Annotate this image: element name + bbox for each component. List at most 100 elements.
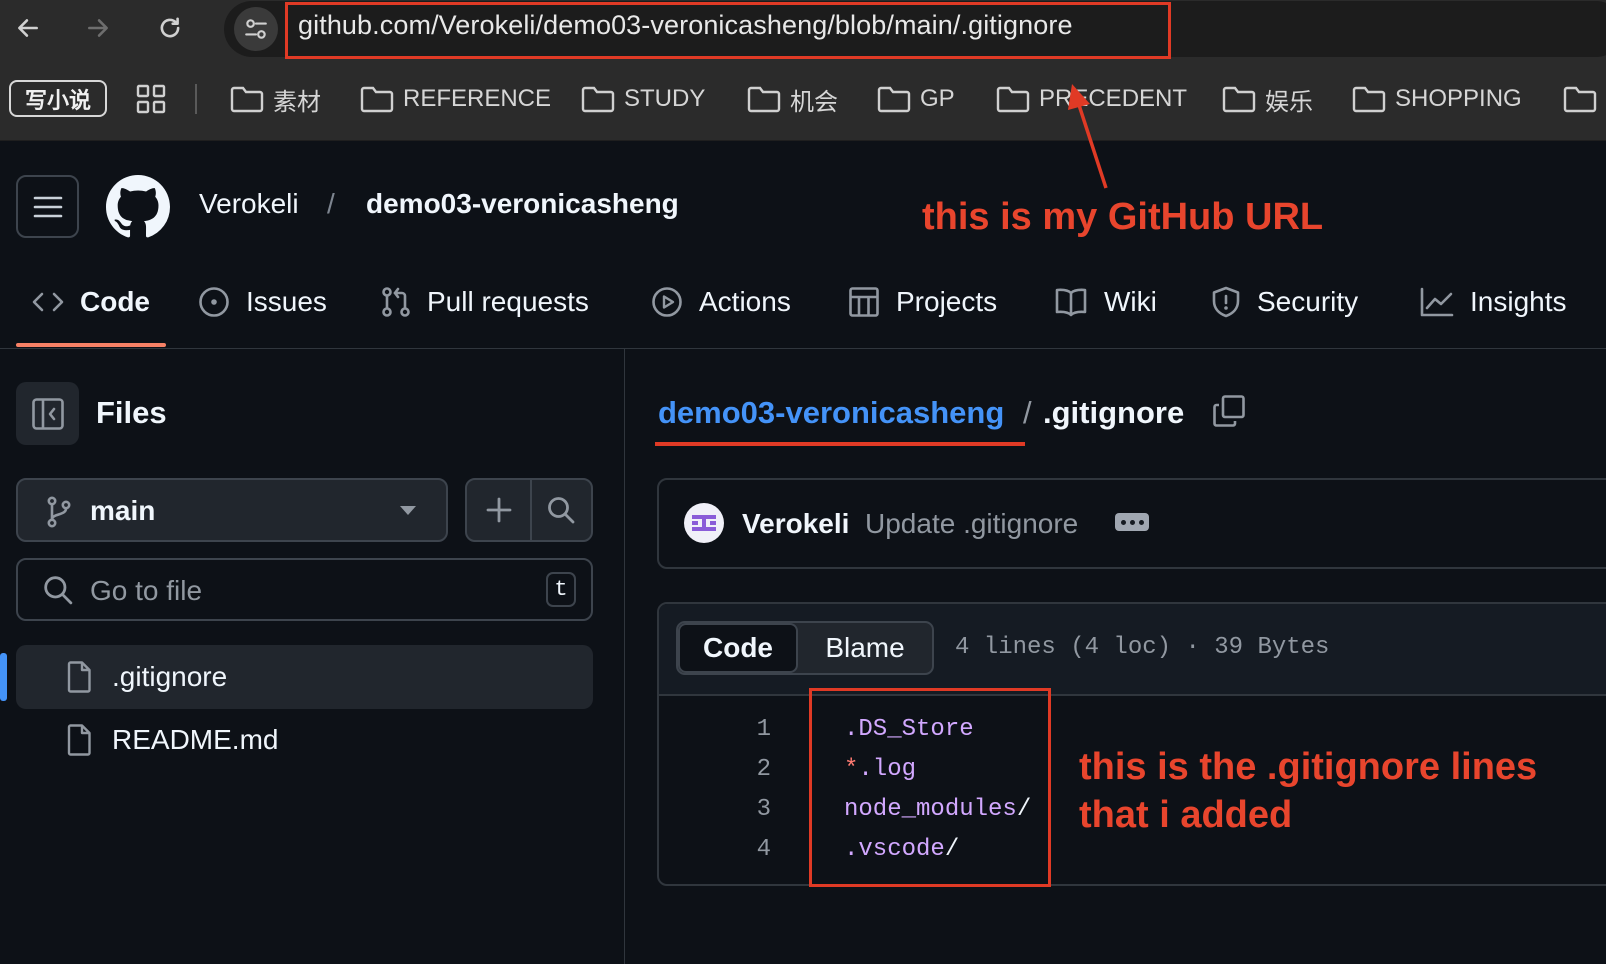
copy-icon xyxy=(1213,395,1245,427)
files-title: Files xyxy=(96,395,167,430)
bookmarks-separator xyxy=(195,84,197,114)
file-icon xyxy=(67,661,91,693)
bookmark-folder-overflow[interactable] xyxy=(1563,82,1597,116)
apps-grid-icon[interactable] xyxy=(136,84,166,114)
graph-icon xyxy=(1420,287,1454,317)
folder-icon xyxy=(1352,86,1386,113)
line-number[interactable]: 2 xyxy=(717,756,771,783)
folder-icon xyxy=(747,86,781,113)
tab-pull-requests[interactable]: Pull requests xyxy=(381,280,589,324)
go-to-file-input[interactable]: Go to file t xyxy=(16,558,593,621)
file-tree-item[interactable]: .gitignore xyxy=(16,645,593,709)
tab-wiki[interactable]: Wiki xyxy=(1054,280,1157,324)
tab-issues[interactable]: Issues xyxy=(198,280,327,324)
file-tree-item[interactable]: README.md xyxy=(16,708,593,772)
bookmark-app-button[interactable]: 写小说 xyxy=(9,80,107,117)
site-info-button[interactable] xyxy=(234,7,278,51)
code-toolbar: Code Blame 4 lines (4 loc) · 39 Bytes xyxy=(659,604,1606,696)
bookmark-folder[interactable]: 素材 xyxy=(230,82,321,116)
bookmark-label: STUDY xyxy=(624,85,706,112)
hamburger-icon xyxy=(33,196,62,217)
issue-icon xyxy=(199,287,229,317)
code-view-button[interactable]: Code xyxy=(678,623,798,673)
url-highlight-box xyxy=(285,2,1171,59)
annotation-arrow xyxy=(1068,84,1108,189)
bookmark-folder[interactable]: STUDY xyxy=(581,82,705,116)
tab-label: Pull requests xyxy=(427,286,589,317)
back-button[interactable] xyxy=(8,8,48,48)
bookmark-folder[interactable]: 机会 xyxy=(747,82,838,116)
tab-code[interactable]: Code xyxy=(32,280,150,324)
folder-icon xyxy=(996,86,1030,113)
browser-toolbar: github.com/Verokeli/demo03-veronicasheng… xyxy=(0,0,1606,62)
arrow-right-icon xyxy=(88,19,108,37)
code-icon xyxy=(32,292,64,312)
annotation-lines-note: this is the .gitignore lines that i adde… xyxy=(1079,743,1537,839)
folder-icon xyxy=(1563,86,1597,113)
annotation-line: that i added xyxy=(1079,794,1293,836)
annotation-url-note: this is my GitHub URL xyxy=(922,196,1324,238)
search-code-button[interactable] xyxy=(530,480,591,540)
repo-owner-link[interactable]: Verokeli xyxy=(199,188,299,220)
bookmark-folder[interactable]: REFERENCE xyxy=(360,82,551,116)
avatar[interactable] xyxy=(683,502,725,544)
file-name: README.md xyxy=(112,724,279,755)
git-branch-icon xyxy=(47,496,71,528)
commit-message[interactable]: Update .gitignore xyxy=(865,508,1078,540)
breadcrumb-repo-link[interactable]: demo03-veronicasheng xyxy=(658,395,1004,431)
keyboard-shortcut-badge: t xyxy=(546,572,576,607)
bookmark-label: SHOPPING xyxy=(1395,85,1522,112)
github-logo-icon[interactable] xyxy=(106,175,170,239)
tab-insights[interactable]: Insights xyxy=(1420,280,1567,324)
arrow-left-icon xyxy=(18,19,38,37)
folder-icon xyxy=(1222,86,1256,113)
play-circle-icon xyxy=(652,287,682,317)
tab-label: Actions xyxy=(699,286,791,317)
copy-path-button[interactable] xyxy=(1212,394,1246,428)
bookmark-folder[interactable]: GP xyxy=(877,82,955,116)
collapse-sidebar-button[interactable] xyxy=(16,382,79,445)
menu-button[interactable] xyxy=(16,175,79,238)
add-file-button[interactable] xyxy=(467,480,532,540)
bookmark-label: REFERENCE xyxy=(403,85,552,112)
file-actions-group xyxy=(465,478,593,542)
tab-projects[interactable]: Projects xyxy=(848,280,997,324)
breadcrumb-file-name: .gitignore xyxy=(1043,395,1185,430)
file-name: .gitignore xyxy=(112,661,228,692)
go-to-file-placeholder: Go to file xyxy=(90,575,203,606)
search-icon xyxy=(44,576,73,605)
tab-label: Wiki xyxy=(1104,286,1157,317)
branch-selector[interactable]: main xyxy=(16,478,448,542)
sidebar-divider[interactable] xyxy=(624,349,625,964)
annotation-underline xyxy=(655,442,1025,446)
commit-author[interactable]: Verokeli xyxy=(742,508,849,540)
reload-button[interactable] xyxy=(150,8,190,48)
tab-actions[interactable]: Actions xyxy=(651,280,791,324)
file-info: 4 lines (4 loc) · 39 Bytes xyxy=(955,634,1330,661)
repo-name-link[interactable]: demo03-veronicasheng xyxy=(366,188,679,220)
tab-label: Security xyxy=(1257,286,1359,317)
pull-request-icon xyxy=(382,287,410,317)
caret-down-icon xyxy=(400,506,416,515)
tune-icon xyxy=(245,19,267,39)
bookmark-label: 娱乐 xyxy=(1265,88,1313,116)
commit-details-button[interactable] xyxy=(1115,513,1149,531)
line-number[interactable]: 3 xyxy=(717,796,771,823)
breadcrumb-separator: / xyxy=(1023,395,1032,430)
line-number[interactable]: 4 xyxy=(717,836,771,863)
line-number[interactable]: 1 xyxy=(717,716,771,743)
annotation-highlight-box xyxy=(809,688,1051,887)
tab-label: Projects xyxy=(896,286,998,317)
header-separator: / xyxy=(327,188,335,219)
forward-button[interactable] xyxy=(78,8,118,48)
annotation-line: this is the .gitignore lines xyxy=(1079,746,1538,788)
tab-security[interactable]: Security xyxy=(1211,280,1358,324)
table-icon xyxy=(849,287,879,317)
bookmark-folder[interactable]: SHOPPING xyxy=(1352,82,1522,116)
tab-label: Issues xyxy=(246,286,327,317)
reload-icon xyxy=(160,17,180,38)
blame-view-button[interactable]: Blame xyxy=(798,623,932,673)
folder-icon xyxy=(230,86,264,113)
active-file-indicator xyxy=(0,653,7,701)
bookmark-folder[interactable]: 娱乐 xyxy=(1222,82,1313,116)
